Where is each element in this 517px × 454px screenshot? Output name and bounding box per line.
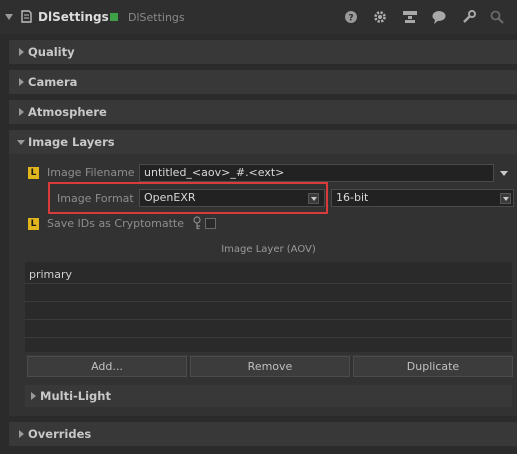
list-item[interactable]: primary: [25, 266, 512, 284]
add-aov-button[interactable]: Add...: [27, 356, 187, 377]
section-quality-label: Quality: [28, 45, 75, 59]
section-overrides[interactable]: Overrides: [9, 422, 517, 446]
bit-depth-dropdown[interactable]: 16-bit: [331, 189, 514, 207]
expand-arrow-icon: [19, 108, 24, 116]
highlight-box: [48, 182, 328, 214]
status-indicator: [110, 13, 118, 21]
collapse-arrow-icon: [17, 140, 25, 145]
section-camera-label: Camera: [28, 75, 78, 89]
expand-arrow-icon: [19, 78, 24, 86]
node-icon: [20, 10, 32, 23]
expand-arrow-icon: [31, 392, 36, 400]
hierarchy-icon[interactable]: [402, 9, 418, 25]
cryptomatte-checkbox[interactable]: [205, 218, 216, 229]
aov-list-header: Image Layer (AOV): [221, 244, 316, 255]
chevron-down-icon: [500, 193, 511, 204]
duplicate-aov-button[interactable]: Duplicate: [353, 356, 513, 377]
section-image-layers-label: Image Layers: [28, 135, 115, 149]
remove-aov-button[interactable]: Remove: [190, 356, 350, 377]
image-filename-field[interactable]: untitled_<aov>_#.<ext>: [139, 164, 494, 182]
section-atmosphere-label: Atmosphere: [28, 105, 107, 119]
filename-menu-arrow-icon[interactable]: [500, 171, 508, 176]
list-item[interactable]: [25, 338, 512, 356]
list-item[interactable]: [25, 302, 512, 320]
help-icon[interactable]: ?: [343, 9, 359, 25]
collapse-arrow-icon[interactable]: [5, 14, 13, 20]
section-atmosphere[interactable]: Atmosphere: [9, 100, 517, 124]
list-item[interactable]: [25, 320, 512, 338]
search-icon[interactable]: [489, 9, 505, 25]
node-title: DlSettings: [38, 10, 109, 24]
svg-text:?: ?: [348, 14, 353, 24]
section-multi-light[interactable]: Multi-Light: [25, 385, 512, 407]
expand-arrow-icon: [19, 48, 24, 56]
comment-icon[interactable]: [431, 9, 447, 25]
link-badge-icon[interactable]: L: [28, 167, 39, 179]
section-quality[interactable]: Quality: [9, 40, 517, 64]
node-type-label: DlSettings: [128, 11, 185, 24]
node-header: DlSettings DlSettings ?: [0, 0, 517, 34]
section-camera[interactable]: Camera: [9, 70, 517, 94]
section-multi-light-label: Multi-Light: [40, 389, 111, 403]
keyframe-icon[interactable]: [192, 215, 202, 231]
gear-icon[interactable]: [372, 9, 388, 25]
section-overrides-label: Overrides: [28, 427, 92, 441]
list-item[interactable]: [25, 284, 512, 302]
image-filename-label: Image Filename: [47, 166, 135, 179]
section-image-layers[interactable]: Image Layers: [9, 130, 517, 154]
wrench-icon[interactable]: [461, 9, 477, 25]
link-badge-icon[interactable]: L: [28, 218, 39, 230]
cryptomatte-label: Save IDs as Cryptomatte: [47, 217, 184, 230]
aov-list: primary: [25, 262, 512, 356]
expand-arrow-icon: [19, 430, 24, 438]
bit-depth-value: 16-bit: [336, 191, 369, 204]
